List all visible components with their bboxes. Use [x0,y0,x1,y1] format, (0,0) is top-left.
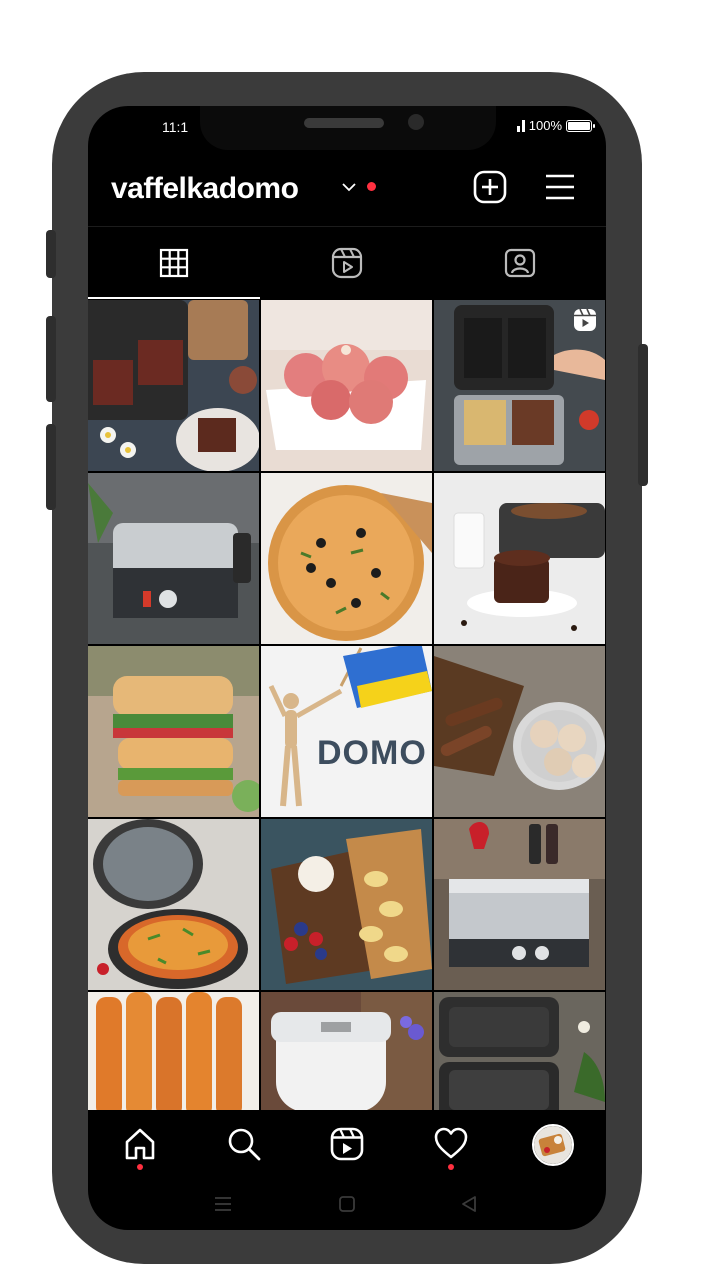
notch [200,106,496,150]
avatar[interactable] [532,1124,574,1166]
grid-post-12[interactable] [434,819,605,990]
grid-post-2[interactable] [261,300,432,471]
post-image [261,646,432,817]
signal-icon [516,119,525,132]
post-image [88,300,259,471]
recent-apps-icon[interactable] [214,1194,232,1214]
grid-post-7[interactable] [88,646,259,817]
status-time: 11:1 [162,119,189,135]
grid-post-14[interactable] [261,992,432,1110]
profile-tabs [88,226,606,299]
grid-post-6[interactable] [434,473,605,644]
post-image [88,473,259,644]
home-button-icon[interactable] [338,1194,356,1214]
posts-grid: DOMO [88,300,606,1110]
notification-dot [137,1164,143,1170]
front-camera [408,114,424,130]
reel-badge-icon [574,308,596,331]
grid-icon [159,248,189,278]
grid-post-13[interactable] [88,992,259,1110]
post-image [434,992,605,1110]
notification-dot [448,1164,454,1170]
post-image [434,819,605,990]
grid-post-9[interactable] [434,646,605,817]
notification-dot [367,182,376,191]
tab-tagged[interactable] [434,227,606,299]
grid-post-10[interactable] [88,819,259,990]
grid-post-11[interactable] [261,819,432,990]
menu-button[interactable] [543,170,577,204]
home-icon [125,1128,155,1160]
nav-search[interactable] [224,1126,264,1166]
nav-activity[interactable] [431,1126,471,1170]
earpiece-speaker [304,118,384,128]
domo-logo: DOMO [317,734,427,772]
phone-button-mute [46,230,56,278]
grid-post-8[interactable]: DOMO [261,646,432,817]
grid-post-3[interactable] [434,300,605,471]
profile-header: vaffelkadomo [88,166,606,210]
phone-button-volume-up [46,316,56,402]
reels-icon [331,247,363,279]
nav-home[interactable] [120,1126,160,1170]
post-image [434,646,605,817]
heart-icon [434,1127,468,1159]
avatar-image [534,1126,572,1164]
status-right: 100% [516,118,595,133]
battery-icon [566,119,595,132]
bottom-nav [88,1110,606,1180]
post-image [261,992,432,1110]
post-image [434,473,605,644]
battery-percent: 100% [528,118,562,133]
app-screen: 11:1 100% vaffelkadomo DOMO [88,106,606,1230]
nav-reels[interactable] [327,1126,367,1166]
post-image [88,992,259,1110]
grid-post-5[interactable] [261,473,432,644]
reels-icon [330,1127,364,1161]
back-icon[interactable] [460,1194,478,1214]
grid-post-1[interactable] [88,300,259,471]
phone-button-volume-down [46,424,56,510]
post-image [261,300,432,471]
chevron-down-icon[interactable] [340,178,358,196]
tagged-user-icon [504,248,536,278]
create-post-button[interactable] [473,170,507,204]
post-image [261,473,432,644]
post-image [88,819,259,990]
profile-username[interactable]: vaffelkadomo [111,172,299,206]
tab-reels[interactable] [261,227,433,299]
phone-button-power [638,344,648,486]
tab-posts-grid[interactable] [88,227,260,299]
grid-post-4[interactable] [88,473,259,644]
search-icon [228,1128,261,1161]
post-image [261,819,432,990]
post-image [88,646,259,817]
grid-post-15[interactable] [434,992,605,1110]
system-nav-bar [88,1180,606,1230]
